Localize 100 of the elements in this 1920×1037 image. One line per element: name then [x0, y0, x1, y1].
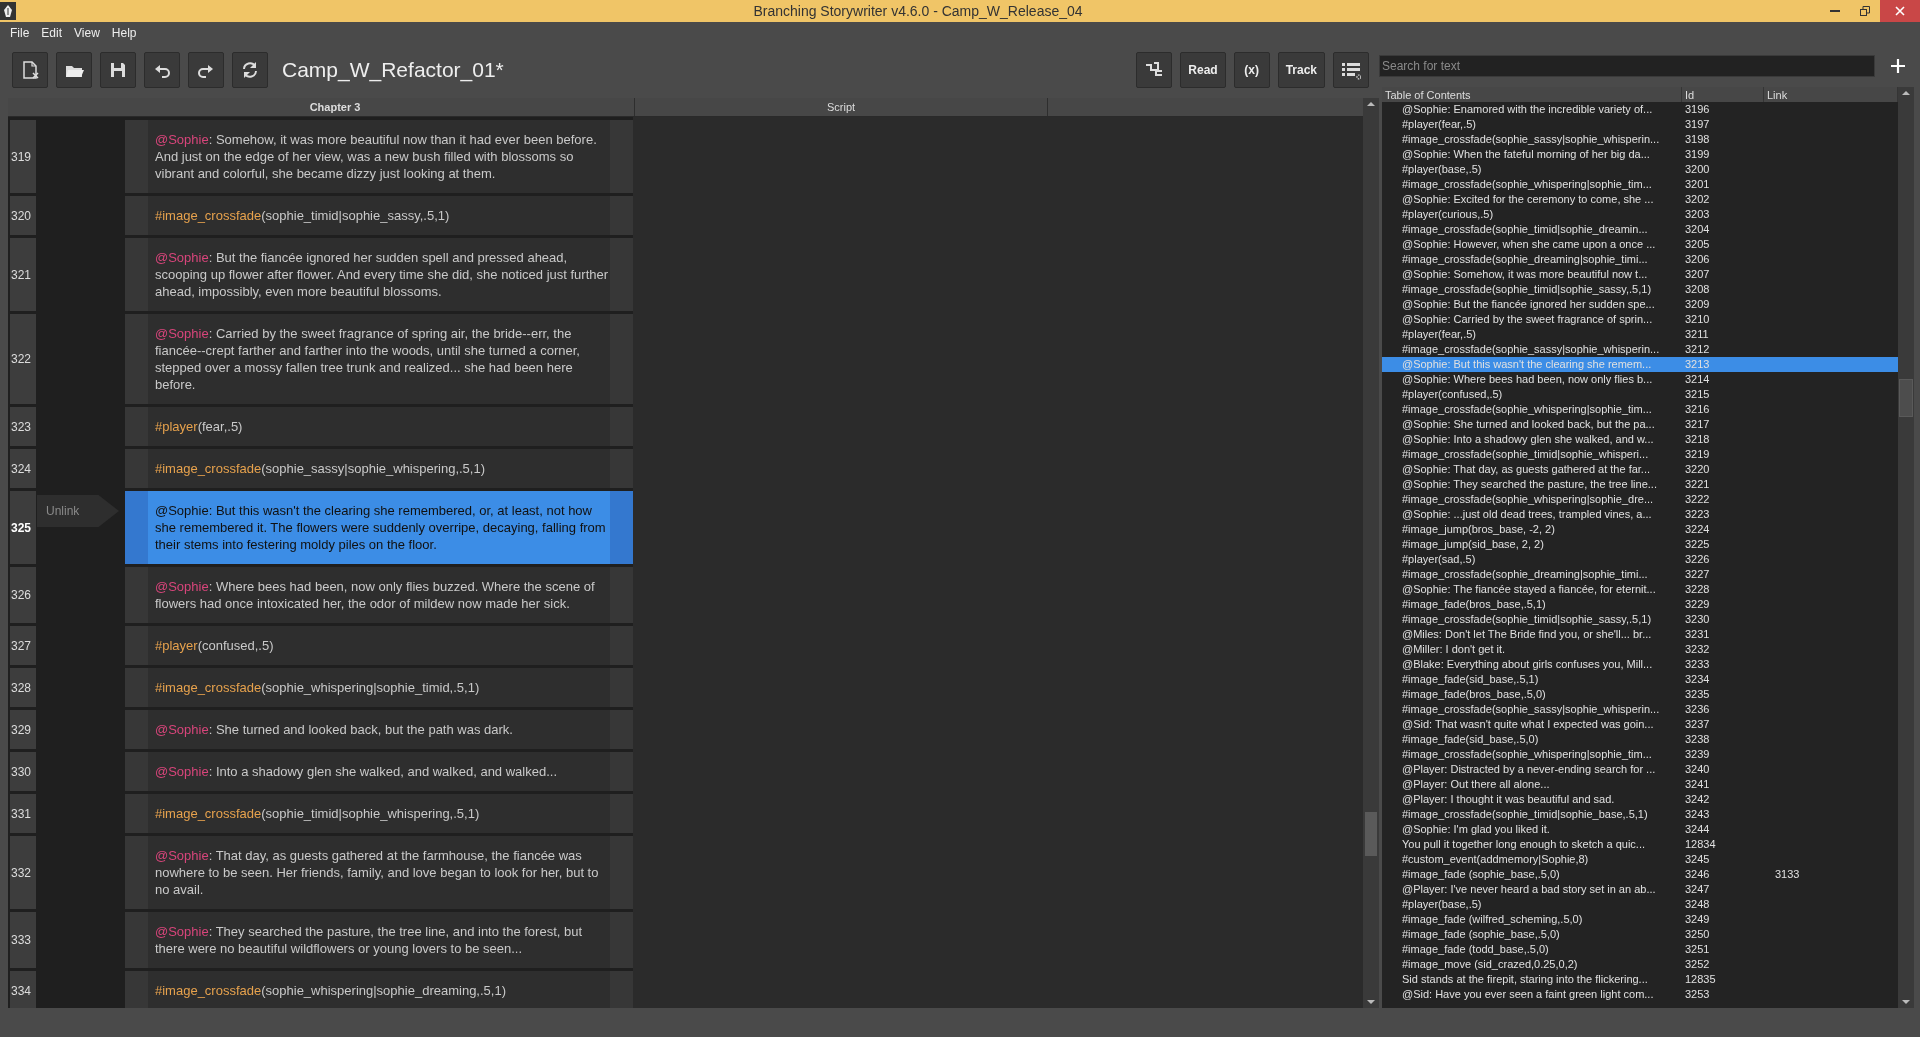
toc-row[interactable]: #image_crossfade(sophie_whispering|sophie_tim... 3239	[1382, 747, 1898, 762]
redo-button[interactable]	[188, 52, 224, 88]
toc-row[interactable]: #custom_event(addmemory|Sophie,8) 3245	[1382, 852, 1898, 867]
toc-row[interactable]: #image_crossfade(sophie_timid|sophie_sassy,.5,1) 3230	[1382, 612, 1898, 627]
toc-row[interactable]: @Miller: I don't get it. 3232	[1382, 642, 1898, 657]
toolbar-button[interactable]: (x)	[1233, 52, 1270, 88]
toc-row[interactable]: #image_fade(bros_base,.5,1) 3229	[1382, 597, 1898, 612]
undo-button[interactable]	[144, 52, 180, 88]
toc-row[interactable]: #image_crossfade(sophie_dreaming|sophie_timi... 3206	[1382, 252, 1898, 267]
toc-row[interactable]: @Sid: That wasn't quite what I expected was goin... 3237	[1382, 717, 1898, 732]
toc-row[interactable]: #image_crossfade(sophie_sassy|sophie_whisperin... 3212	[1382, 342, 1898, 357]
script-block[interactable]: @Sophie: Into a shadowy glen she walked, and walked, and walked...	[125, 752, 633, 791]
search-field[interactable]: Search for text	[1379, 54, 1875, 77]
new-file-button[interactable]	[12, 52, 48, 88]
script-block[interactable]: @Sophie: They searched the pasture, the tree line, and into the forest, but there were no beautiful wildflowers or young lovers to be seen...	[125, 912, 633, 968]
branch-button[interactable]	[1136, 52, 1173, 88]
toc-row[interactable]: @Sophie: Enamored with the incredible variety of... 3196	[1382, 102, 1898, 117]
toc-row[interactable]: @Sophie: Carried by the sweet fragrance of sprin... 3210	[1382, 312, 1898, 327]
toc-row[interactable]: @Player: I thought it was beautiful and sad. 3242	[1382, 792, 1898, 807]
script-block[interactable]: @Sophie: Where bees had been, now only flies buzzed. Where the scene of flowers had once intoxicated her, the odor of mildew now made her sick.	[125, 567, 633, 623]
toc-row[interactable]: @Sophie: Somehow, it was more beautiful now t... 3207	[1382, 267, 1898, 282]
menu-item[interactable]: View	[68, 26, 106, 40]
toc-row[interactable]: @Sophie: They searched the pasture, the tree line... 3221	[1382, 477, 1898, 492]
toc-entry: @Player: I thought it was beautiful and sad.	[1401, 792, 1616, 807]
script-block[interactable]: #image_crossfade(sophie_whispering|sophie_dreaming,.5,1)	[125, 971, 633, 1008]
toc-row[interactable]: #image_crossfade(sophie_dreaming|sophie_timi... 3227	[1382, 567, 1898, 582]
toc-row[interactable]: #image_crossfade(sophie_timid|sophie_base,.5,1) 3243	[1382, 807, 1898, 822]
toc-row[interactable]: #image_jump(sid_base, 2, 2) 3225	[1382, 537, 1898, 552]
toc-entry: @Sid: Have you ever seen a faint green light com...	[1401, 987, 1655, 1002]
script-block[interactable]: #image_crossfade(sophie_whispering|sophie_timid,.5,1)	[125, 668, 633, 707]
toc-row[interactable]: @Sophie: Into a shadowy glen she walked, and w... 3218	[1382, 432, 1898, 447]
toc-row[interactable]: Sid stands at the firepit, staring into the flickering... 12835	[1382, 972, 1898, 987]
toc-row[interactable]: #image_fade(sid_base,.5,1) 3234	[1382, 672, 1898, 687]
toc-row[interactable]: @Sid: Have you ever seen a faint green light com... 3253	[1382, 987, 1898, 1002]
toc-row[interactable]: @Player: Distracted by a never-ending search for ... 3240	[1382, 762, 1898, 777]
toc-row[interactable]: #image_crossfade(sophie_timid|sophie_sassy,.5,1) 3208	[1382, 282, 1898, 297]
toc-entry: @Blake: Everything about girls confuses you, Mill...	[1401, 657, 1654, 672]
toc-row[interactable]: #image_crossfade(sophie_sassy|sophie_whisperin... 3236	[1382, 702, 1898, 717]
scrollbar-thumb[interactable]	[1365, 812, 1377, 856]
folder-button[interactable]	[56, 52, 92, 88]
list-button[interactable]	[1333, 52, 1369, 88]
toc-row[interactable]: @Blake: Everything about girls confuses you, Mill... 3233	[1382, 657, 1898, 672]
script-block[interactable]: #player(fear,.5)	[125, 407, 633, 446]
toc-row[interactable]: #image_jump(bros_base, -2, 2) 3224	[1382, 522, 1898, 537]
toc-row[interactable]: #player(base,.5) 3248	[1382, 897, 1898, 912]
toc-row[interactable]: #image_crossfade(sophie_whispering|sophie_dre... 3222	[1382, 492, 1898, 507]
toc-row[interactable]: @Sophie: I'm glad you liked it. 3244	[1382, 822, 1898, 837]
toc-row[interactable]: #image_crossfade(sophie_whispering|sophie_tim... 3216	[1382, 402, 1898, 417]
toc-row[interactable]: #image_fade(sid_base,.5,0) 3238	[1382, 732, 1898, 747]
toc-row[interactable]: #image_fade(bros_base,.5,0) 3235	[1382, 687, 1898, 702]
toc-row[interactable]: #player(fear,.5) 3197	[1382, 117, 1898, 132]
toc-row[interactable]: #image_crossfade(sophie_whispering|sophie_tim... 3201	[1382, 177, 1898, 192]
script-block[interactable]: #image_crossfade(sophie_sassy|sophie_whispering,.5,1)	[125, 449, 633, 488]
toc-row[interactable]: #image_crossfade(sophie_sassy|sophie_whisperin... 3198	[1382, 132, 1898, 147]
toc-row[interactable]: @Player: I've never heard a bad story set in an ab... 3247	[1382, 882, 1898, 897]
toc-row[interactable]: #image_fade (sophie_base,.5,0) 3250	[1382, 927, 1898, 942]
toc-row[interactable]: #image_fade (sophie_base,.5,0) 3246 3133	[1382, 867, 1898, 882]
toc-row[interactable]: @Sophie: Excited for the ceremony to come, she ... 3202	[1382, 192, 1898, 207]
menu-item[interactable]: Help	[105, 26, 143, 40]
script-text: #image_crossfade(sophie_timid|sophie_sassy,.5,1)	[154, 207, 451, 225]
script-block[interactable]: @Sophie: That day, as guests gathered at the farmhouse, the fiancée was nowhere to be seen. Her friends, family, and love began to look for her, but to no avail.	[125, 836, 633, 909]
toc-row[interactable]: @Sophie: That day, as guests gathered at the far... 3220	[1382, 462, 1898, 477]
toc-row[interactable]: #image_crossfade(sophie_timid|sophie_whisperi... 3219	[1382, 447, 1898, 462]
toc-row[interactable]: #image_crossfade(sophie_timid|sophie_dreamin... 3204	[1382, 222, 1898, 237]
unlink-button[interactable]: Unlink	[37, 495, 119, 527]
toc-row[interactable]: #player(base,.5) 3200	[1382, 162, 1898, 177]
toolbar-button[interactable]: Read	[1180, 52, 1226, 88]
toc-row[interactable]: @Sophie: She turned and looked back, but the pa... 3217	[1382, 417, 1898, 432]
toc-row[interactable]: @Sophie: When the fateful morning of her big da... 3199	[1382, 147, 1898, 162]
script-block[interactable]	[125, 314, 633, 404]
script-block[interactable]: #image_crossfade(sophie_timid|sophie_whispering,.5,1)	[125, 794, 633, 833]
toc-row[interactable]: #player(curious,.5) 3203	[1382, 207, 1898, 222]
refresh-button[interactable]	[232, 52, 268, 88]
script-block[interactable]: @Sophie: She turned and looked back, but the path was dark.	[125, 710, 633, 749]
toc-row[interactable]: @Sophie: Where bees had been, now only flies b... 3214	[1382, 372, 1898, 387]
toc-row[interactable]: @Miles: Don't let The Bride find you, or she'll... br... 3231	[1382, 627, 1898, 642]
script-block[interactable]: #image_crossfade(sophie_timid|sophie_sassy,.5,1)	[125, 196, 633, 235]
toc-row[interactable]: @Sophie: But the fiancée ignored her sudden spe... 3209	[1382, 297, 1898, 312]
toc-row[interactable]: You pull it together long enough to sketch a quic... 12834	[1382, 837, 1898, 852]
toc-row[interactable]: #player(sad,.5) 3226	[1382, 552, 1898, 567]
scrollbar-thumb[interactable]	[1899, 379, 1913, 417]
menu-item[interactable]: File	[4, 26, 36, 40]
toc-row[interactable]: @Sophie: However, when she came upon a once ... 3205	[1382, 237, 1898, 252]
save-button[interactable]	[100, 52, 136, 88]
toc-row[interactable]: #image_move (sid_crazed,0.25,0,2) 3252	[1382, 957, 1898, 972]
toc-row[interactable]: @Sophie: ...just old dead trees, trampled vines, a... 3223	[1382, 507, 1898, 522]
toc-row[interactable]: @Player: Out there all alone... 3241	[1382, 777, 1898, 792]
toc-row[interactable]: #image_fade (wilfred_scheming,.5,0) 3249	[1382, 912, 1898, 927]
script-block[interactable]	[125, 491, 633, 564]
script-block[interactable]	[125, 120, 633, 193]
toolbar-button[interactable]: Track	[1277, 52, 1325, 88]
script-block[interactable]: @Sophie: But the fiancée ignored her sudden spell and pressed ahead, scooping up flower after flower. And every time she did, she noticed just further ahead, impossibly, even more beautiful blossoms.	[125, 238, 633, 311]
column-header: Script	[635, 98, 1048, 116]
script-block[interactable]: #player(confused,.5)	[125, 626, 633, 665]
toc-row[interactable]: #image_fade (todd_base,.5,0) 3251	[1382, 942, 1898, 957]
menu-item[interactable]: Edit	[35, 26, 69, 40]
toc-row[interactable]: #player(fear,.5) 3211	[1382, 327, 1898, 342]
toc-row[interactable]: @Sophie: The fiancée stayed a fiancée, for eternit... 3228	[1382, 582, 1898, 597]
toc-row[interactable]: #player(confused,.5) 3215	[1382, 387, 1898, 402]
add-button[interactable]	[1889, 56, 1907, 75]
